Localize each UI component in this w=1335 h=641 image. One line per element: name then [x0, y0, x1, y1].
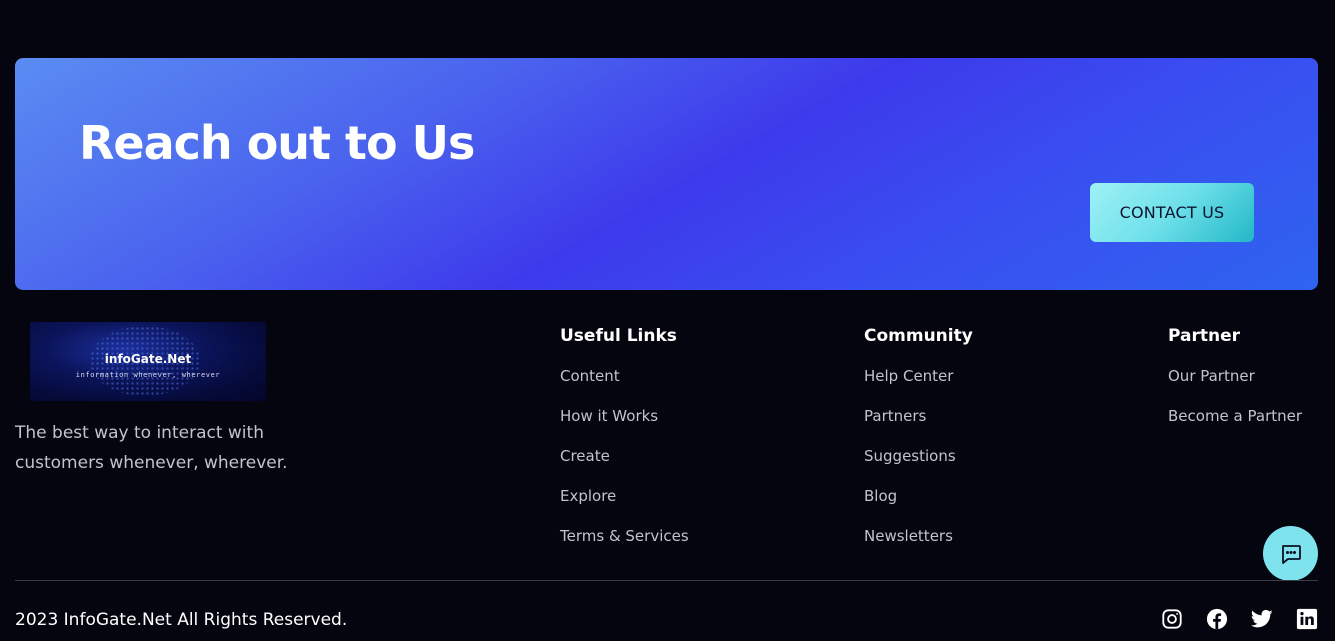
copyright-text: 2023 InfoGate.Net All Rights Reserved. [15, 610, 348, 630]
twitter-icon [1251, 609, 1273, 628]
logo-name: infoGate.Net [104, 352, 192, 366]
contact-banner: Reach out to Us CONTACT US [15, 58, 1318, 290]
partner-column: Partner Our Partner Become a Partner [1168, 322, 1302, 442]
link-content[interactable]: Content [560, 362, 689, 402]
contact-us-button[interactable]: CONTACT US [1090, 183, 1254, 242]
column-heading: Partner [1168, 326, 1241, 346]
link-partners[interactable]: Partners [864, 402, 973, 442]
link-our-partner[interactable]: Our Partner [1168, 362, 1302, 402]
link-list: Content How it Works Create Explore Term… [560, 362, 689, 562]
linkedin-link[interactable] [1296, 608, 1318, 630]
link-create[interactable]: Create [560, 442, 689, 482]
link-suggestions[interactable]: Suggestions [864, 442, 973, 482]
banner-title: Reach out to Us [79, 116, 475, 170]
linkedin-icon [1296, 608, 1318, 630]
column-heading: Useful Links [560, 326, 677, 346]
link-become-a-partner[interactable]: Become a Partner [1168, 402, 1302, 442]
facebook-icon [1206, 608, 1228, 630]
link-help-center[interactable]: Help Center [864, 362, 973, 402]
link-list: Our Partner Become a Partner [1168, 362, 1302, 442]
column-heading: Community [864, 326, 973, 346]
link-how-it-works[interactable]: How it Works [560, 402, 689, 442]
link-terms-services[interactable]: Terms & Services [560, 522, 689, 562]
logo-tagline: information whenever, wherever [75, 371, 221, 379]
brand-logo[interactable]: infoGate.Net information whenever, where… [30, 322, 266, 401]
chat-button[interactable] [1263, 526, 1318, 581]
brand-description: The best way to interact with customers … [15, 423, 288, 473]
footer-divider [15, 580, 1318, 581]
community-column: Community Help Center Partners Suggestio… [864, 322, 973, 562]
twitter-link[interactable] [1251, 608, 1273, 630]
link-newsletters[interactable]: Newsletters [864, 522, 973, 562]
link-explore[interactable]: Explore [560, 482, 689, 522]
link-blog[interactable]: Blog [864, 482, 973, 522]
instagram-icon [1162, 609, 1182, 629]
facebook-link[interactable] [1206, 608, 1228, 630]
chat-bubble-icon [1281, 544, 1301, 564]
link-list: Help Center Partners Suggestions Blog Ne… [864, 362, 973, 562]
useful-links-column: Useful Links Content How it Works Create… [560, 322, 689, 562]
instagram-link[interactable] [1161, 608, 1183, 630]
footer-page: Reach out to Us CONTACT US infoGate.Net … [0, 0, 1335, 641]
